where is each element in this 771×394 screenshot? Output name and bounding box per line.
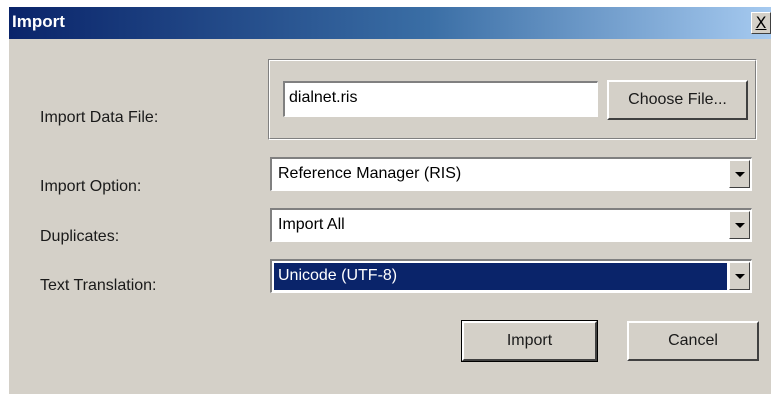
text-translation-dropdown-button[interactable] <box>729 262 750 290</box>
import-option-value: Reference Manager (RIS) <box>278 165 462 182</box>
duplicates-label: Duplicates: <box>40 228 120 245</box>
import-button[interactable]: Import <box>461 320 598 362</box>
import-option-label: Import Option: <box>40 178 142 195</box>
file-path-input[interactable]: dialnet.ris <box>283 81 598 117</box>
import-option-dropdown-button[interactable] <box>729 160 750 188</box>
text-translation-select[interactable]: Unicode (UTF-8) <box>270 259 752 293</box>
duplicates-value: Import All <box>278 216 345 233</box>
text-translation-value: Unicode (UTF-8) <box>274 263 727 290</box>
chevron-down-icon <box>735 223 745 228</box>
text-translation-label: Text Translation: <box>40 277 157 294</box>
import-dialog: Import X Import Data File: dialnet.ris C… <box>9 7 771 394</box>
chevron-down-icon <box>735 274 745 279</box>
duplicates-select[interactable]: Import All <box>270 208 752 242</box>
import-option-select[interactable]: Reference Manager (RIS) <box>270 157 752 191</box>
import-data-file-label: Import Data File: <box>40 109 159 126</box>
chevron-down-icon <box>735 172 745 177</box>
duplicates-dropdown-button[interactable] <box>729 211 750 239</box>
close-button[interactable]: X <box>751 12 771 34</box>
title-bar[interactable]: Import X <box>9 7 771 39</box>
close-icon: X <box>755 13 767 32</box>
choose-file-button[interactable]: Choose File... <box>607 80 748 120</box>
cancel-button[interactable]: Cancel <box>627 321 759 361</box>
window-title: Import <box>12 12 65 31</box>
